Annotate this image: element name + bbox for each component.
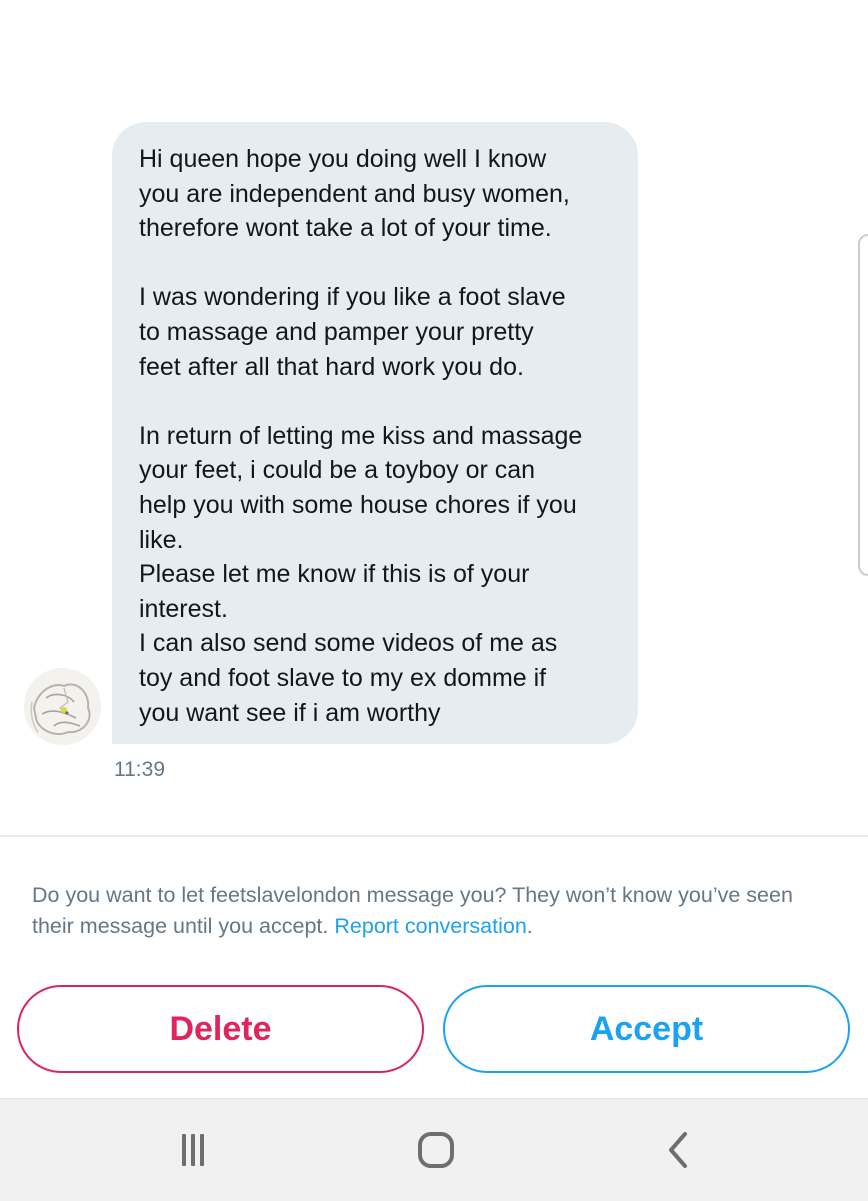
accept-button[interactable]: Accept bbox=[443, 985, 850, 1073]
back-icon bbox=[669, 1132, 687, 1168]
message-line: therefore wont take a lot of your time. bbox=[139, 214, 552, 243]
message-timestamp: 11:39 bbox=[114, 758, 165, 781]
system-navigation-bar bbox=[0, 1098, 868, 1201]
avatar-image bbox=[24, 668, 101, 745]
message-line: Hi queen hope you doing well I know bbox=[139, 145, 547, 173]
message-line: In return of letting me kiss and massage bbox=[139, 421, 583, 450]
message-line: help you with some house chores if you bbox=[139, 490, 577, 519]
scrollbar[interactable] bbox=[858, 234, 868, 576]
message-line: you want see if i am worthy bbox=[139, 698, 441, 727]
message-line: interest. bbox=[139, 594, 228, 623]
conversation-thread[interactable]: Hi queen hope you doing well I know you a… bbox=[0, 0, 868, 836]
message-line: you are independent and busy women, bbox=[139, 179, 570, 208]
message-line bbox=[139, 246, 618, 281]
message-line: I can also send some videos of me as bbox=[139, 629, 558, 658]
message-line: like. bbox=[139, 525, 184, 554]
message-line: I was wondering if you like a foot slave bbox=[139, 283, 566, 312]
message-line: toy and foot slave to my ex domme if bbox=[139, 663, 547, 692]
recent-apps-button[interactable] bbox=[133, 1099, 253, 1201]
delete-button[interactable]: Delete bbox=[17, 985, 424, 1073]
message-request-prompt: Do you want to let feetslavelondon messa… bbox=[32, 880, 832, 942]
message-bubble[interactable]: Hi queen hope you doing well I know you a… bbox=[112, 122, 638, 744]
home-icon bbox=[418, 1132, 454, 1168]
message-line: Please let me know if this is of your bbox=[139, 560, 530, 589]
home-button[interactable] bbox=[376, 1099, 496, 1201]
back-button[interactable] bbox=[619, 1099, 739, 1201]
report-conversation-link[interactable]: Report conversation bbox=[334, 914, 526, 938]
message-line: your feet, i could be a toyboy or can bbox=[139, 456, 536, 485]
recent-apps-icon bbox=[182, 1134, 204, 1166]
message-line: to massage and pamper your pretty bbox=[139, 317, 534, 346]
prompt-trailing-period: . bbox=[526, 914, 533, 938]
message-line bbox=[139, 384, 618, 419]
divider bbox=[0, 835, 868, 837]
message-line: feet after all that hard work you do. bbox=[139, 352, 524, 381]
sender-avatar[interactable] bbox=[24, 668, 101, 745]
